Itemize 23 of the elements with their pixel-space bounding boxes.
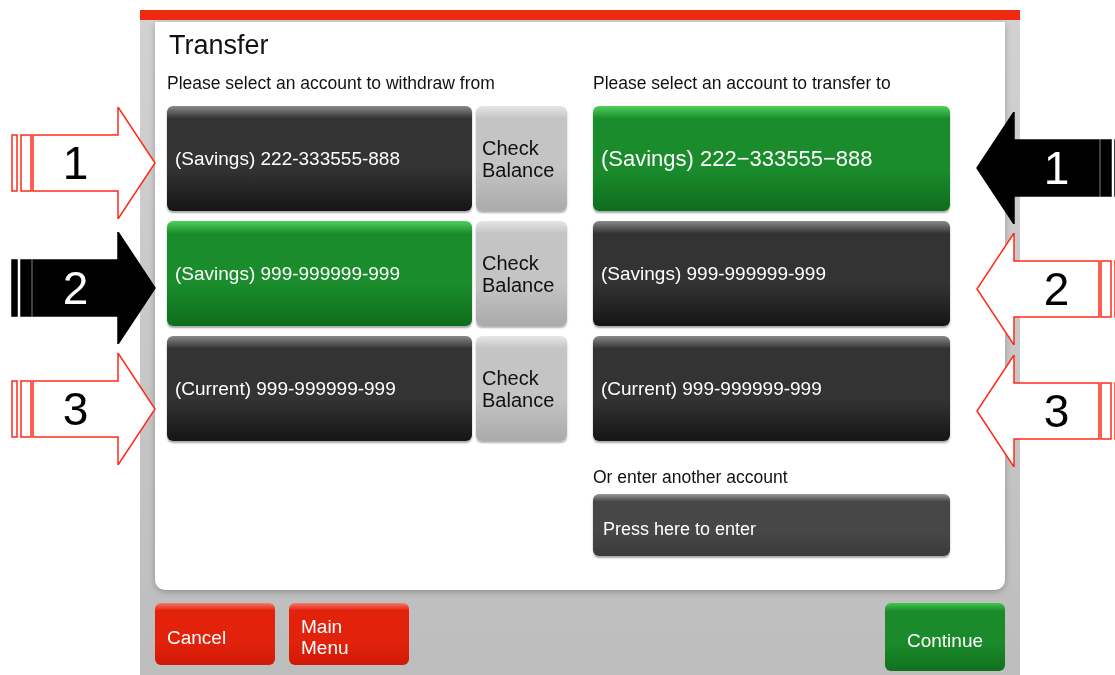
account-button[interactable]: (Savings) 222-333555-888 bbox=[167, 106, 472, 211]
account-button[interactable]: (Savings) 222−333555−888 bbox=[593, 106, 950, 211]
step-number: 2 bbox=[1042, 261, 1071, 316]
account-button[interactable]: (Current) 999-999999-999 bbox=[167, 336, 472, 441]
screen-title: Transfer bbox=[169, 30, 270, 61]
step-number: 2 bbox=[61, 260, 90, 315]
step-number: 3 bbox=[61, 381, 90, 436]
account-button[interactable]: (Savings) 999-999999-999 bbox=[167, 221, 472, 326]
continue-button[interactable]: Continue bbox=[885, 603, 1005, 671]
check-balance-button[interactable]: Check Balance bbox=[476, 221, 567, 326]
footer-button[interactable]: Cancel bbox=[155, 603, 275, 665]
step-number: 1 bbox=[1042, 140, 1071, 195]
step-number: 3 bbox=[1042, 383, 1071, 438]
transfer-heading: Please select an account to transfer to bbox=[593, 73, 892, 94]
check-balance-button[interactable]: Check Balance bbox=[476, 336, 567, 441]
enter-account-button[interactable]: Press here to enter bbox=[593, 494, 950, 556]
other-account-label: Or enter another account bbox=[593, 467, 789, 488]
step-number: 1 bbox=[61, 135, 90, 190]
account-button[interactable]: (Savings) 999-999999-999 bbox=[593, 221, 950, 326]
account-button[interactable]: (Current) 999-999999-999 bbox=[593, 336, 950, 441]
withdraw-heading: Please select an account to withdraw from bbox=[167, 73, 496, 94]
check-balance-button[interactable]: Check Balance bbox=[476, 106, 567, 211]
footer-button[interactable]: Main Menu bbox=[289, 603, 409, 665]
